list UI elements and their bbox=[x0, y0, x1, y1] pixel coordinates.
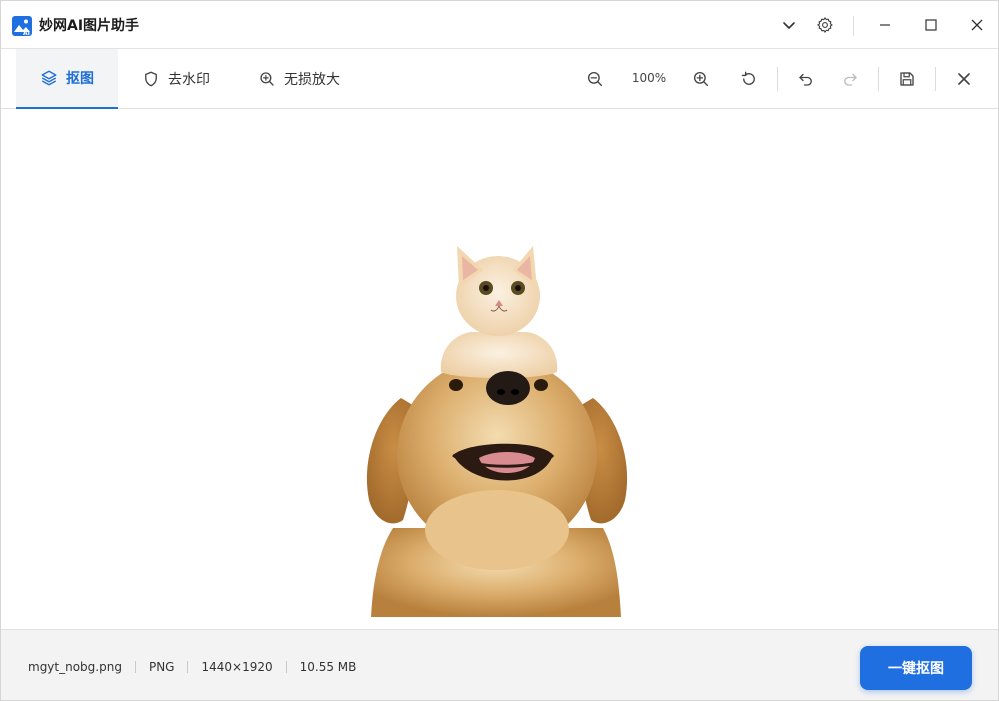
info-divider bbox=[285, 661, 287, 673]
tab-label: 无损放大 bbox=[284, 72, 340, 88]
toolbar-divider bbox=[935, 67, 936, 91]
zoom-level: 100% bbox=[631, 71, 667, 85]
image-dimensions: 1440×1920 bbox=[201, 660, 273, 674]
file-info: mgyt_nobg.png PNG 1440×1920 10.55 MB bbox=[28, 660, 356, 674]
toolbar-divider bbox=[878, 67, 879, 91]
reset-rotate-icon[interactable] bbox=[734, 64, 764, 94]
photo-ai-logo-icon: AI bbox=[12, 16, 32, 36]
tab-upscale[interactable]: 无损放大 bbox=[258, 49, 340, 109]
chevron-down-icon[interactable] bbox=[774, 10, 804, 40]
file-name: mgyt_nobg.png bbox=[28, 660, 122, 674]
file-format: PNG bbox=[148, 660, 175, 674]
save-icon[interactable] bbox=[892, 64, 922, 94]
window-close-icon[interactable] bbox=[962, 10, 992, 40]
gear-icon[interactable] bbox=[810, 10, 840, 40]
info-divider bbox=[134, 661, 136, 673]
undo-icon[interactable] bbox=[791, 64, 821, 94]
tab-label: 抠图 bbox=[66, 71, 94, 87]
maximize-icon[interactable] bbox=[916, 10, 946, 40]
redo-icon[interactable] bbox=[835, 64, 865, 94]
zoom-out-icon[interactable] bbox=[580, 64, 610, 94]
title-bar: AI 妙网AI图片助手 bbox=[1, 1, 998, 49]
app-title: 妙网AI图片助手 bbox=[39, 18, 140, 34]
titlebar-divider bbox=[853, 16, 854, 36]
tab-cutout[interactable]: 抠图 bbox=[16, 49, 118, 109]
svg-text:AI: AI bbox=[23, 30, 30, 36]
one-click-cutout-button[interactable]: 一键抠图 bbox=[860, 646, 972, 690]
toolbar-divider bbox=[777, 67, 778, 91]
tab-remove-watermark[interactable]: 去水印 bbox=[142, 49, 210, 109]
layers-icon bbox=[40, 69, 58, 87]
cutout-image bbox=[366, 246, 628, 617]
app-window: AI 妙网AI图片助手 抠图 去水印 无损放大 100% mgyt_nobg.p… bbox=[0, 0, 999, 701]
zoom-plus-icon bbox=[258, 70, 276, 88]
file-size: 10.55 MB bbox=[299, 660, 357, 674]
info-divider bbox=[187, 661, 189, 673]
toolbar: 抠图 去水印 无损放大 100% bbox=[1, 49, 998, 109]
status-footer: mgyt_nobg.png PNG 1440×1920 10.55 MB 一键抠… bbox=[1, 629, 998, 700]
minimize-icon[interactable] bbox=[870, 10, 900, 40]
close-editor-icon[interactable] bbox=[949, 64, 979, 94]
tab-label: 去水印 bbox=[168, 72, 210, 88]
zoom-in-icon[interactable] bbox=[686, 64, 716, 94]
shield-icon bbox=[142, 70, 160, 88]
image-canvas[interactable] bbox=[1, 110, 998, 629]
